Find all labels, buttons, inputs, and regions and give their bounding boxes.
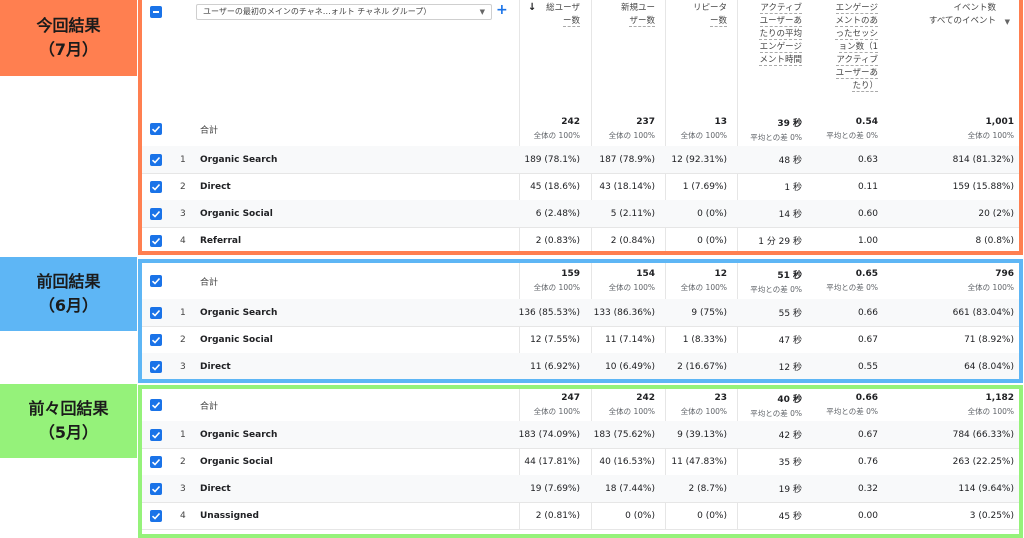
label-may: 前々回結果 （5月） [0,384,137,458]
frame-july [138,0,1023,255]
frame-may [138,385,1023,538]
label-july: 今回結果 （7月） [0,0,137,76]
label-july-title: 今回結果 [36,16,101,35]
label-june: 前回結果 （6月） [0,257,137,331]
label-june-month: （6月） [38,296,99,315]
frame-june [138,259,1023,383]
label-may-title: 前々回結果 [28,399,109,418]
label-june-title: 前回結果 [36,272,101,291]
label-may-month: （5月） [38,423,99,442]
label-july-month: （7月） [38,40,99,59]
